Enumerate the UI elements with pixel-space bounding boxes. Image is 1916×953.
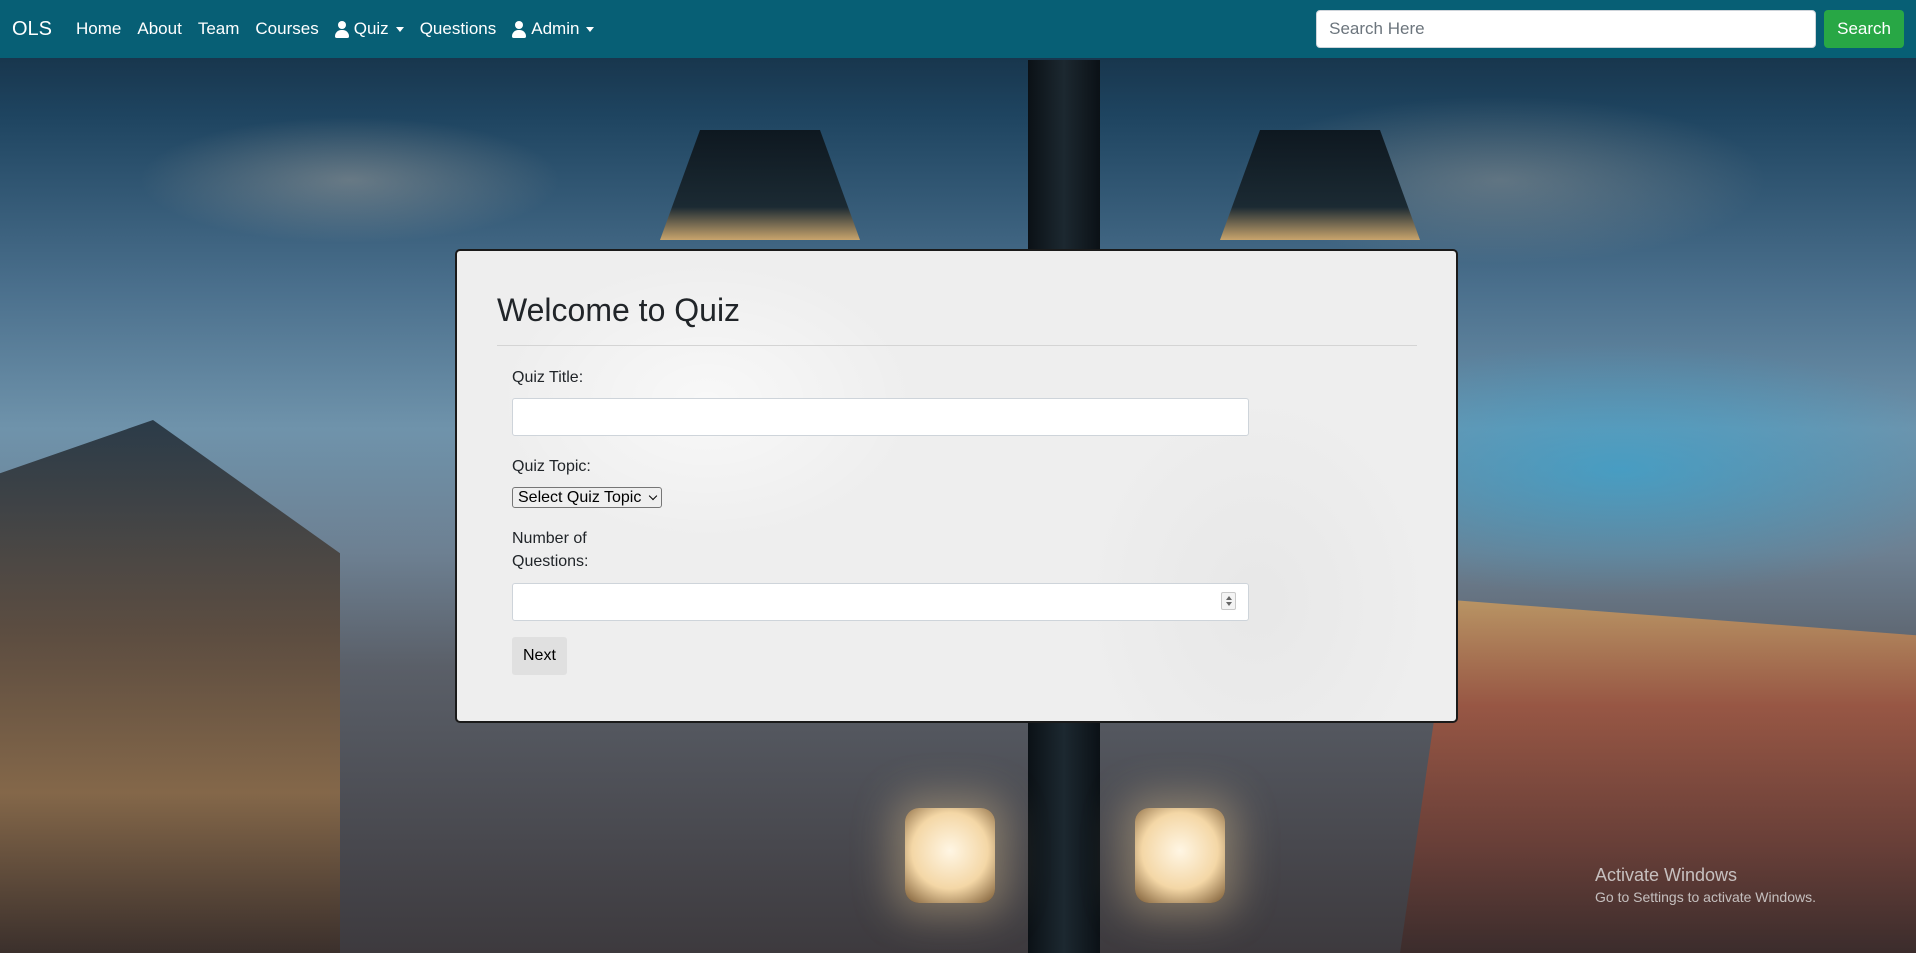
watermark-title: Activate Windows xyxy=(1595,865,1738,885)
search-button[interactable]: Search xyxy=(1824,10,1904,48)
page: OLS Home About Team Courses Quiz Questio… xyxy=(0,0,1916,953)
quiz-topic-group: Quiz Topic: Select Quiz Topic xyxy=(512,455,1416,508)
next-button[interactable]: Next xyxy=(512,637,567,675)
num-questions-input[interactable] xyxy=(512,583,1249,621)
quiz-topic-select[interactable]: Select Quiz Topic xyxy=(512,487,663,508)
activation-watermark: Activate Windows Go to Settings to activ… xyxy=(1595,863,1816,907)
nav-dropdown-admin[interactable]: Admin xyxy=(512,19,595,39)
background-light xyxy=(905,808,995,903)
nav-link-team[interactable]: Team xyxy=(198,19,240,39)
nav-dropdown-admin-label: Admin xyxy=(531,19,580,38)
quiz-title-input[interactable] xyxy=(512,398,1249,436)
quiz-card: Welcome to Quiz Quiz Title: Quiz Topic: … xyxy=(455,249,1458,723)
search-input[interactable] xyxy=(1316,10,1817,48)
number-spinner-icon[interactable] xyxy=(1221,592,1236,610)
user-icon xyxy=(512,20,527,38)
brand-logo[interactable]: OLS xyxy=(12,18,52,41)
nav-link-questions[interactable]: Questions xyxy=(420,19,497,39)
quiz-topic-label: Quiz Topic: xyxy=(512,458,591,475)
top-navbar: OLS Home About Team Courses Quiz Questio… xyxy=(0,0,1916,58)
quiz-form: Quiz Title: Quiz Topic: Select Quiz Topi… xyxy=(497,346,1416,675)
nav-dropdown-quiz[interactable]: Quiz xyxy=(334,19,404,39)
quiz-topic-selected: Select Quiz Topic xyxy=(518,488,642,506)
background-light xyxy=(1135,808,1225,903)
background-house xyxy=(0,420,340,953)
chevron-down-icon xyxy=(649,491,658,501)
nav-dropdown-quiz-label: Quiz xyxy=(353,19,389,38)
watermark-subtitle: Go to Settings to activate Windows. xyxy=(1595,889,1816,905)
background-lantern xyxy=(660,130,860,240)
num-questions-label-line2: Questions: xyxy=(512,553,589,570)
num-questions-label-line1: Number of xyxy=(512,530,587,547)
background-lantern xyxy=(1220,130,1420,240)
nav-link-courses[interactable]: Courses xyxy=(255,19,318,39)
quiz-title-group: Quiz Title: xyxy=(512,366,1416,436)
caret-down-icon xyxy=(586,26,595,32)
nav-link-home[interactable]: Home xyxy=(76,19,121,39)
quiz-title-label: Quiz Title: xyxy=(512,369,584,386)
user-icon xyxy=(334,20,349,38)
caret-down-icon xyxy=(395,26,404,32)
num-questions-group: Number of Questions: xyxy=(512,527,1416,621)
page-title: Welcome to Quiz xyxy=(497,292,741,328)
nav-link-about[interactable]: About xyxy=(137,19,181,39)
